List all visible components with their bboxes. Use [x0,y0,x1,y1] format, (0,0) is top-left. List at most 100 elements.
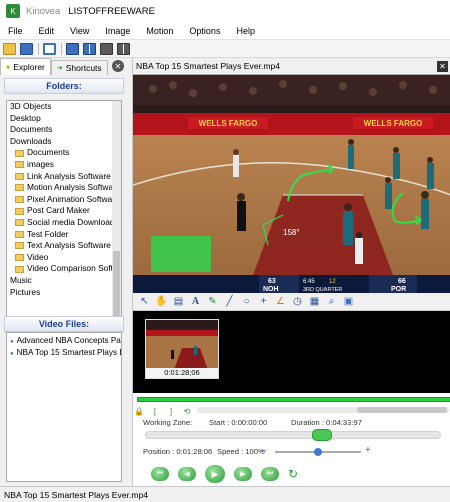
keyframe-time: 0:01:28;06 [146,368,218,378]
main-toolbar [0,40,450,58]
menu-motion[interactable]: Motion [138,26,181,36]
video-frame[interactable]: WELLS FARGO WELLS FARGO 158° 63 NOH 6:45… [133,75,450,293]
menu-edit[interactable]: Edit [31,26,63,36]
folder-label: Post Card Maker [27,205,90,216]
zone-end-icon[interactable]: ] [167,407,175,416]
angle-tool-icon[interactable]: ∠ [275,296,286,307]
menu-options[interactable]: Options [181,26,228,36]
speed-decrease-icon[interactable]: – [261,445,267,456]
menu-file[interactable]: File [0,26,31,36]
folder-tree-item[interactable]: 3D Objects [7,101,121,113]
shot-clock: 12 [329,279,336,285]
close-video-icon[interactable]: ✕ [437,61,448,72]
loop-icon[interactable]: ↻ [288,467,298,481]
menu-view[interactable]: View [62,26,97,36]
zone-scroll[interactable] [197,407,449,413]
speed-increase-icon[interactable]: + [365,445,371,456]
folder-tree-item[interactable]: Documents [7,124,121,136]
keyframe-comment-icon[interactable]: ▤ [173,296,184,307]
folder-tree-item[interactable]: Pixel Animation Software [7,194,121,206]
keyframe-thumbnail[interactable]: 0:01:28;06 [145,319,219,379]
folder-tree-item[interactable]: Text Analysis Software [7,240,121,252]
video-file-item[interactable]: ● Advanced NBA Concepts Part [7,335,121,347]
working-zone-bar[interactable] [145,429,441,441]
timeline-bar[interactable] [137,397,450,402]
folder-tree-item[interactable]: Test Folder [7,229,121,241]
working-zone-label: Working Zone: [143,418,193,427]
folder-tree-item[interactable]: Motion Analysis Software [7,182,121,194]
tree-scroll-thumb[interactable] [113,251,120,321]
tab-shortcuts[interactable]: ➜ Shortcuts [50,60,108,75]
dual-capture-icon[interactable] [117,42,130,55]
previous-frame-icon[interactable]: ◀ [178,467,196,481]
circle-tool-icon[interactable]: ○ [241,296,252,307]
folder-tree-item[interactable]: Link Analysis Software [7,171,121,183]
pointer-icon[interactable]: ↖ [139,296,150,307]
position-handle[interactable] [312,429,332,441]
folder-icon [15,242,24,250]
folder-tree-item[interactable]: Music [7,275,121,287]
folder-icon [15,254,24,262]
open-folder-icon[interactable] [3,42,16,55]
line-tool-icon[interactable]: ╱ [224,296,235,307]
first-frame-icon[interactable]: ⏮ [151,467,169,481]
player-title-bar: NBA Top 15 Smartest Plays Ever.mp4 ✕ [133,58,450,75]
chrono-icon[interactable]: ◷ [292,296,303,307]
folder-icon [15,149,24,157]
hand-icon[interactable]: ✋ [155,296,167,307]
zone-controls: 🔒 [ ] ⟲ [134,405,199,417]
close-panel-icon[interactable]: ✕ [112,60,124,72]
folder-label: Desktop [10,112,41,123]
grid-icon[interactable]: ▦ [309,296,320,307]
folder-tree-item[interactable]: Downloads [7,136,121,148]
lock-icon[interactable]: 🔒 [134,407,144,416]
magnifier-icon[interactable]: ⌕ [326,296,337,307]
text-tool-icon[interactable]: A [190,296,201,307]
folder-label: Downloads [10,135,52,146]
away-score: 66 [398,278,406,285]
player-file-title: NBA Top 15 Smartest Plays Ever.mp4 [136,61,281,71]
pencil-icon[interactable]: ✎ [207,296,218,307]
tab-explorer[interactable]: ● Explorer [0,58,51,75]
play-icon[interactable]: ▶ [205,465,225,483]
file-browser-icon[interactable] [43,42,56,55]
folder-tree-item[interactable]: Documents [7,147,121,159]
folder-tree-item[interactable]: Video [7,252,121,264]
menu-image[interactable]: Image [97,26,138,36]
folder-tree-item[interactable]: Post Card Maker [7,205,121,217]
home-team: NOH [263,286,279,293]
video-file-item[interactable]: ● NBA Top 15 Smartest Plays E [7,347,121,359]
window-title: LISTOFFREEWARE [68,5,155,17]
folder-icon [15,219,24,227]
position-label: Position : 0:01:28:06 [143,447,213,456]
video-file-list: ● Advanced NBA Concepts Part ● NBA Top 15 S… [6,332,122,482]
next-frame-icon[interactable]: ▶ [234,467,252,481]
speed-slider-knob[interactable] [314,448,322,456]
video-file-icon: ● [10,351,14,357]
menu-help[interactable]: Help [228,26,263,36]
zone-start-icon[interactable]: [ [151,407,159,416]
left-panel: ● Explorer ➜ Shortcuts ✕ Folders: 3D Obj… [0,58,128,486]
color-profile-icon[interactable]: ▣ [343,296,354,307]
ad-banner-right: WELLS FARGO [364,119,423,128]
capture-screen-icon[interactable] [100,42,113,55]
folder-tree-item[interactable]: Social media Downloader [7,217,121,229]
folder-tree-item[interactable]: images [7,159,121,171]
tree-vertical-scrollbar[interactable] [112,101,121,341]
video-files-header-wrap: Video Files: [4,316,124,332]
single-screen-icon[interactable] [66,42,79,55]
zone-scroll-thumb[interactable] [357,407,447,413]
speed-slider[interactable] [275,448,361,456]
cross-marker-icon[interactable]: + [258,296,269,307]
last-frame-icon[interactable]: ⏭ [261,467,279,481]
zone-reset-icon[interactable]: ⟲ [183,407,191,416]
folder-tree-item[interactable]: Video Comparison Software [7,263,121,275]
shortcuts-arrow-icon: ➜ [56,65,63,72]
folder-tree-item[interactable]: Pictures [7,287,121,299]
folder-tree-item[interactable]: Desktop [7,113,121,125]
folder-label: Video [27,251,49,262]
save-icon[interactable] [20,42,33,55]
folder-label: Pictures [10,286,41,297]
video-files-header: Video Files: [4,316,124,332]
dual-screen-icon[interactable] [83,42,96,55]
